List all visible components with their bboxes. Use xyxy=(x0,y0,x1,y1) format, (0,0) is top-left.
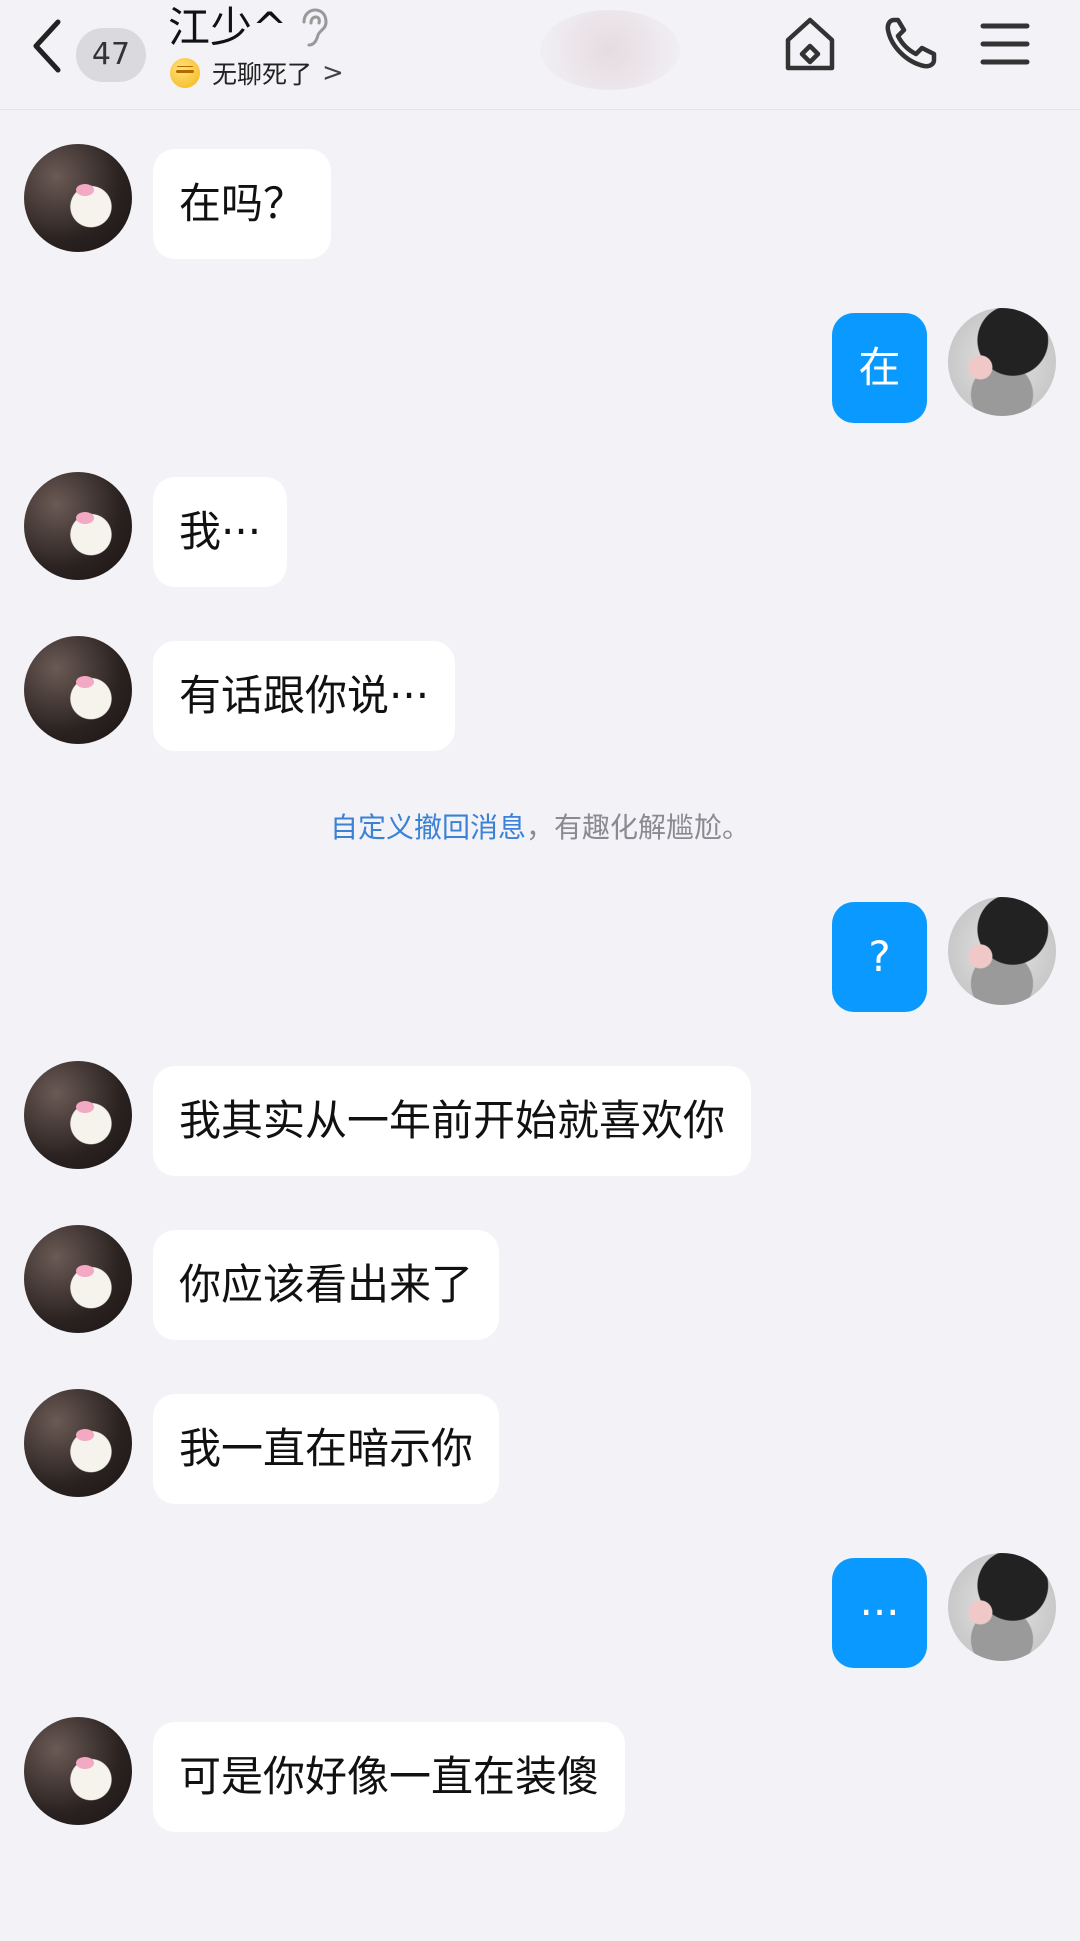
message-bubble[interactable]: 在 xyxy=(832,313,927,423)
self-avatar[interactable] xyxy=(948,308,1056,416)
ear-icon[interactable] xyxy=(298,8,330,48)
self-avatar[interactable] xyxy=(948,1553,1056,1661)
contact-avatar[interactable] xyxy=(24,636,132,744)
status-emoji-icon xyxy=(170,58,200,88)
chevron-left-icon xyxy=(33,19,61,73)
message-bubble[interactable]: ? xyxy=(832,902,927,1012)
contact-avatar[interactable] xyxy=(24,472,132,580)
contact-name[interactable]: 江少^ xyxy=(168,2,287,54)
unread-count-badge: 47 xyxy=(76,28,146,82)
menu-icon[interactable] xyxy=(975,14,1035,74)
chat-header: 47 江少^ 无聊死了 > xyxy=(0,0,1080,110)
contact-avatar[interactable] xyxy=(24,1717,132,1825)
recall-tip-text: ，有趣化解尴尬。 xyxy=(526,811,751,844)
message-bubble[interactable]: 有话跟你说··· xyxy=(153,641,456,751)
message-bubble[interactable]: 在吗？ xyxy=(153,149,332,259)
home-icon[interactable] xyxy=(780,14,840,74)
phone-icon[interactable] xyxy=(880,14,940,74)
recall-tip: 自定义撤回消息，有趣化解尴尬。 xyxy=(0,806,1080,846)
header-decoration xyxy=(540,10,680,90)
contact-avatar[interactable] xyxy=(24,1061,132,1169)
message-bubble[interactable]: 我一直在暗示你 xyxy=(153,1394,500,1504)
message-bubble[interactable]: ··· xyxy=(832,1558,927,1668)
chevron-right-icon: > xyxy=(322,58,344,88)
message-bubble[interactable]: 可是你好像一直在装傻 xyxy=(153,1722,626,1832)
message-bubble[interactable]: 我··· xyxy=(153,477,288,587)
message-bubble[interactable]: 你应该看出来了 xyxy=(153,1230,500,1340)
back-button[interactable]: 47 xyxy=(26,12,166,82)
custom-recall-link[interactable]: 自定义撤回消息 xyxy=(330,811,526,844)
message-bubble[interactable]: 我其实从一年前开始就喜欢你 xyxy=(153,1066,752,1176)
self-avatar[interactable] xyxy=(948,897,1056,1005)
contact-avatar[interactable] xyxy=(24,144,132,252)
status-text: 无聊死了 xyxy=(212,60,313,89)
contact-avatar[interactable] xyxy=(24,1389,132,1497)
status-row[interactable]: 无聊死了 > xyxy=(170,56,344,90)
contact-avatar[interactable] xyxy=(24,1225,132,1333)
